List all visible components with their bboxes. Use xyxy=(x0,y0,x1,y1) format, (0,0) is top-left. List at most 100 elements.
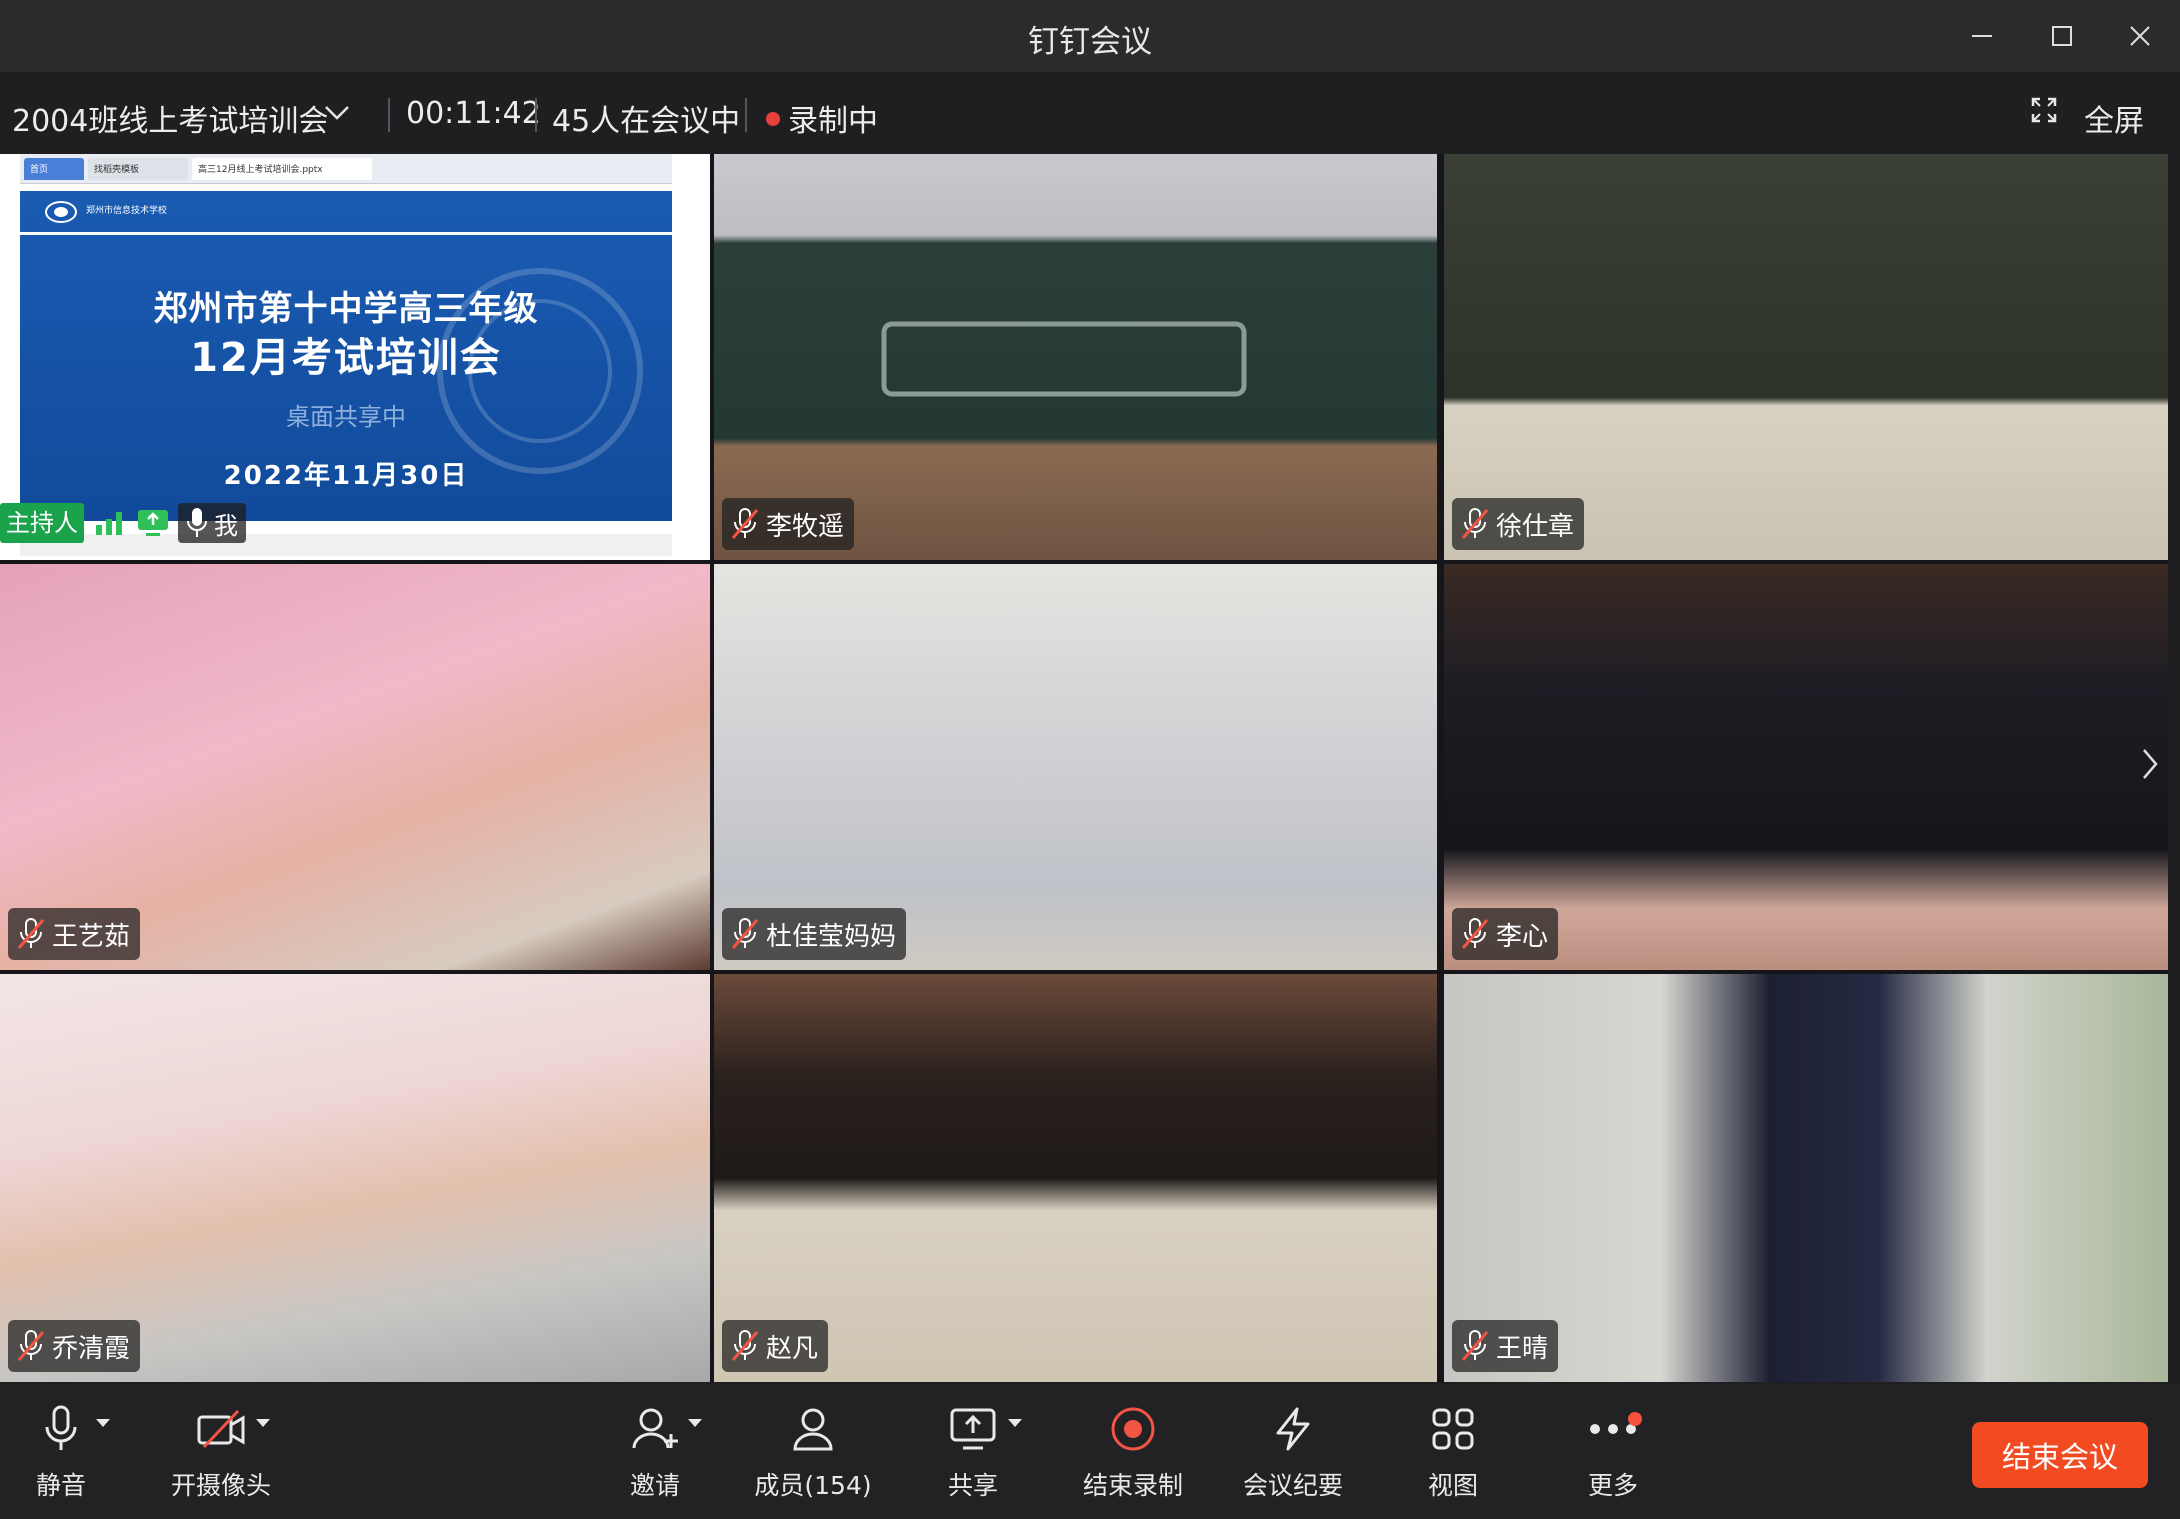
meeting-toolbar: 静音 开摄像头 邀请 成员(154) 共享 结束录制 会议纪要 视图 更多 结束… xyxy=(0,1384,2180,1519)
microphone-icon xyxy=(45,1405,77,1450)
screen-share-icon xyxy=(138,510,168,536)
slide-window-chrome: 首页 找稻壳模板 高三12月线上考试培训会.pptx xyxy=(20,154,672,184)
user-icon xyxy=(793,1408,833,1451)
meeting-dropdown[interactable] xyxy=(322,98,352,136)
camera-label: 开摄像头 xyxy=(170,1471,271,1500)
recording-indicator[interactable]: 录制中 xyxy=(766,96,878,140)
mic-muted-icon xyxy=(1461,918,1489,949)
participant-tile[interactable]: 李心 xyxy=(1444,564,2168,970)
mic-muted-icon xyxy=(1461,508,1489,539)
slide-header: 郑州市信息技术学校 xyxy=(20,191,672,235)
fullscreen-button[interactable]: 全屏 xyxy=(2084,96,2144,140)
participant-tile[interactable]: 赵凡 xyxy=(714,974,1437,1382)
caret-down-icon[interactable] xyxy=(94,1416,112,1430)
mic-muted-icon xyxy=(731,508,759,539)
camera-off-icon xyxy=(197,1409,245,1449)
share-button[interactable]: 共享 xyxy=(898,1398,1048,1508)
caret-down-icon[interactable] xyxy=(254,1416,272,1430)
browser-tab: 找稻壳模板 xyxy=(88,158,188,180)
next-page-button[interactable] xyxy=(2138,744,2162,788)
invite-button[interactable]: 邀请 xyxy=(580,1398,730,1508)
more-button[interactable]: 更多 xyxy=(1538,1398,1688,1508)
mic-muted-icon xyxy=(731,1330,759,1361)
divider xyxy=(388,98,390,132)
signal-strength-icon xyxy=(96,512,122,535)
participant-name-badge: 王艺茹 xyxy=(8,908,141,960)
chevron-down-icon xyxy=(325,106,349,120)
participant-name: 徐仕章 xyxy=(1496,511,1575,542)
participant-name: 王艺茹 xyxy=(52,921,131,952)
mute-button[interactable]: 静音 xyxy=(0,1398,136,1508)
participant-name-badge: 徐仕章 xyxy=(1452,498,1585,550)
end-meeting-button[interactable]: 结束会议 xyxy=(1972,1422,2148,1488)
participant-name-badge: 李心 xyxy=(1452,908,1559,960)
participant-tile[interactable]: 王晴 xyxy=(1444,974,2168,1382)
minimize-icon xyxy=(1972,35,1992,37)
chevron-right-icon xyxy=(2143,749,2158,779)
invite-label: 邀请 xyxy=(629,1471,680,1500)
participant-tile[interactable]: 徐仕章 xyxy=(1444,154,2168,560)
members-label: 成员(154) xyxy=(754,1471,872,1500)
stop-recording-button[interactable]: 结束录制 xyxy=(1058,1398,1208,1508)
host-badge: 主持人 xyxy=(0,503,84,543)
minimize-button[interactable] xyxy=(1952,14,2012,58)
more-label: 更多 xyxy=(1587,1471,1638,1500)
participant-tile[interactable]: 王艺茹 xyxy=(0,564,710,970)
elapsed-time: 00:11:42 xyxy=(406,96,541,131)
share-label: 共享 xyxy=(947,1471,998,1500)
participant-tile[interactable]: 杜佳莹妈妈 xyxy=(714,564,1437,970)
slide-title-line1: 郑州市第十中学高三年级 xyxy=(153,289,539,329)
slide-content: 郑州市信息技术学校 郑州市第十中学高三年级 12月考试培训会 桌面共享中 202… xyxy=(20,191,672,521)
participant-name: 赵凡 xyxy=(766,1333,819,1364)
participant-name-badge: 杜佳莹妈妈 xyxy=(722,908,907,960)
camera-button[interactable]: 开摄像头 xyxy=(146,1398,296,1508)
participant-name-badge: 李牧遥 xyxy=(722,498,855,550)
notification-dot xyxy=(1628,1412,1642,1426)
title-bar: 钉钉会议 xyxy=(0,0,2180,72)
maximize-icon xyxy=(2052,26,2072,46)
close-icon xyxy=(2130,26,2150,46)
minutes-label: 会议纪要 xyxy=(1242,1471,1343,1500)
host-info: 主持人 我 xyxy=(0,502,246,544)
add-user-icon xyxy=(632,1408,678,1449)
slide-title-line2: 12月考试培训会 xyxy=(190,335,502,381)
divider xyxy=(535,98,537,132)
maximize-button[interactable] xyxy=(2032,14,2092,58)
school-name: 郑州市信息技术学校 xyxy=(86,206,168,216)
self-badge: 我 xyxy=(178,503,246,543)
minutes-button[interactable]: 会议纪要 xyxy=(1218,1398,1368,1508)
self-label: 我 xyxy=(214,511,238,540)
participant-name-badge: 赵凡 xyxy=(722,1320,829,1372)
meeting-name[interactable]: 2004班线上考试培训会 xyxy=(12,96,328,140)
participant-name: 王晴 xyxy=(1496,1333,1549,1364)
video-grid: 首页 找稻壳模板 高三12月线上考试培训会.pptx 郑州市信息技术学校 郑州市… xyxy=(0,154,2168,1382)
browser-tab: 首页 xyxy=(24,158,84,180)
caret-down-icon[interactable] xyxy=(1006,1416,1024,1430)
participant-name: 李牧遥 xyxy=(766,511,845,542)
slide-date: 2022年11月30日 xyxy=(223,461,469,491)
divider xyxy=(745,98,747,132)
screen-share-icon xyxy=(950,1408,996,1450)
fullscreen-icon[interactable] xyxy=(2030,96,2058,132)
participant-tile[interactable]: 乔清霞 xyxy=(0,974,710,1382)
close-button[interactable] xyxy=(2110,14,2170,58)
caret-down-icon[interactable] xyxy=(686,1416,704,1430)
shared-screen-tile[interactable]: 首页 找稻壳模板 高三12月线上考试培训会.pptx 郑州市信息技术学校 郑州市… xyxy=(0,154,710,560)
mute-label: 静音 xyxy=(35,1471,86,1500)
view-button[interactable]: 视图 xyxy=(1378,1398,1528,1508)
meeting-info-bar: 2004班线上考试培训会 00:11:42 45人在会议中 录制中 全屏 xyxy=(0,74,2180,154)
browser-tab: 高三12月线上考试培训会.pptx xyxy=(192,158,372,180)
school-logo-icon xyxy=(45,201,77,223)
microphone-icon xyxy=(187,508,207,537)
participant-count[interactable]: 45人在会议中 xyxy=(552,96,740,140)
participant-name: 杜佳莹妈妈 xyxy=(766,921,897,952)
participant-name: 李心 xyxy=(1496,921,1549,952)
recording-label: 录制中 xyxy=(788,104,878,139)
window-title: 钉钉会议 xyxy=(1028,24,1152,60)
mic-muted-icon xyxy=(731,918,759,949)
participant-tile[interactable]: 李牧遥 xyxy=(714,154,1437,560)
members-button[interactable]: 成员(154) xyxy=(738,1398,888,1508)
mic-muted-icon xyxy=(17,918,45,949)
participant-name-badge: 乔清霞 xyxy=(8,1320,141,1372)
record-stop-icon xyxy=(1111,1407,1155,1451)
